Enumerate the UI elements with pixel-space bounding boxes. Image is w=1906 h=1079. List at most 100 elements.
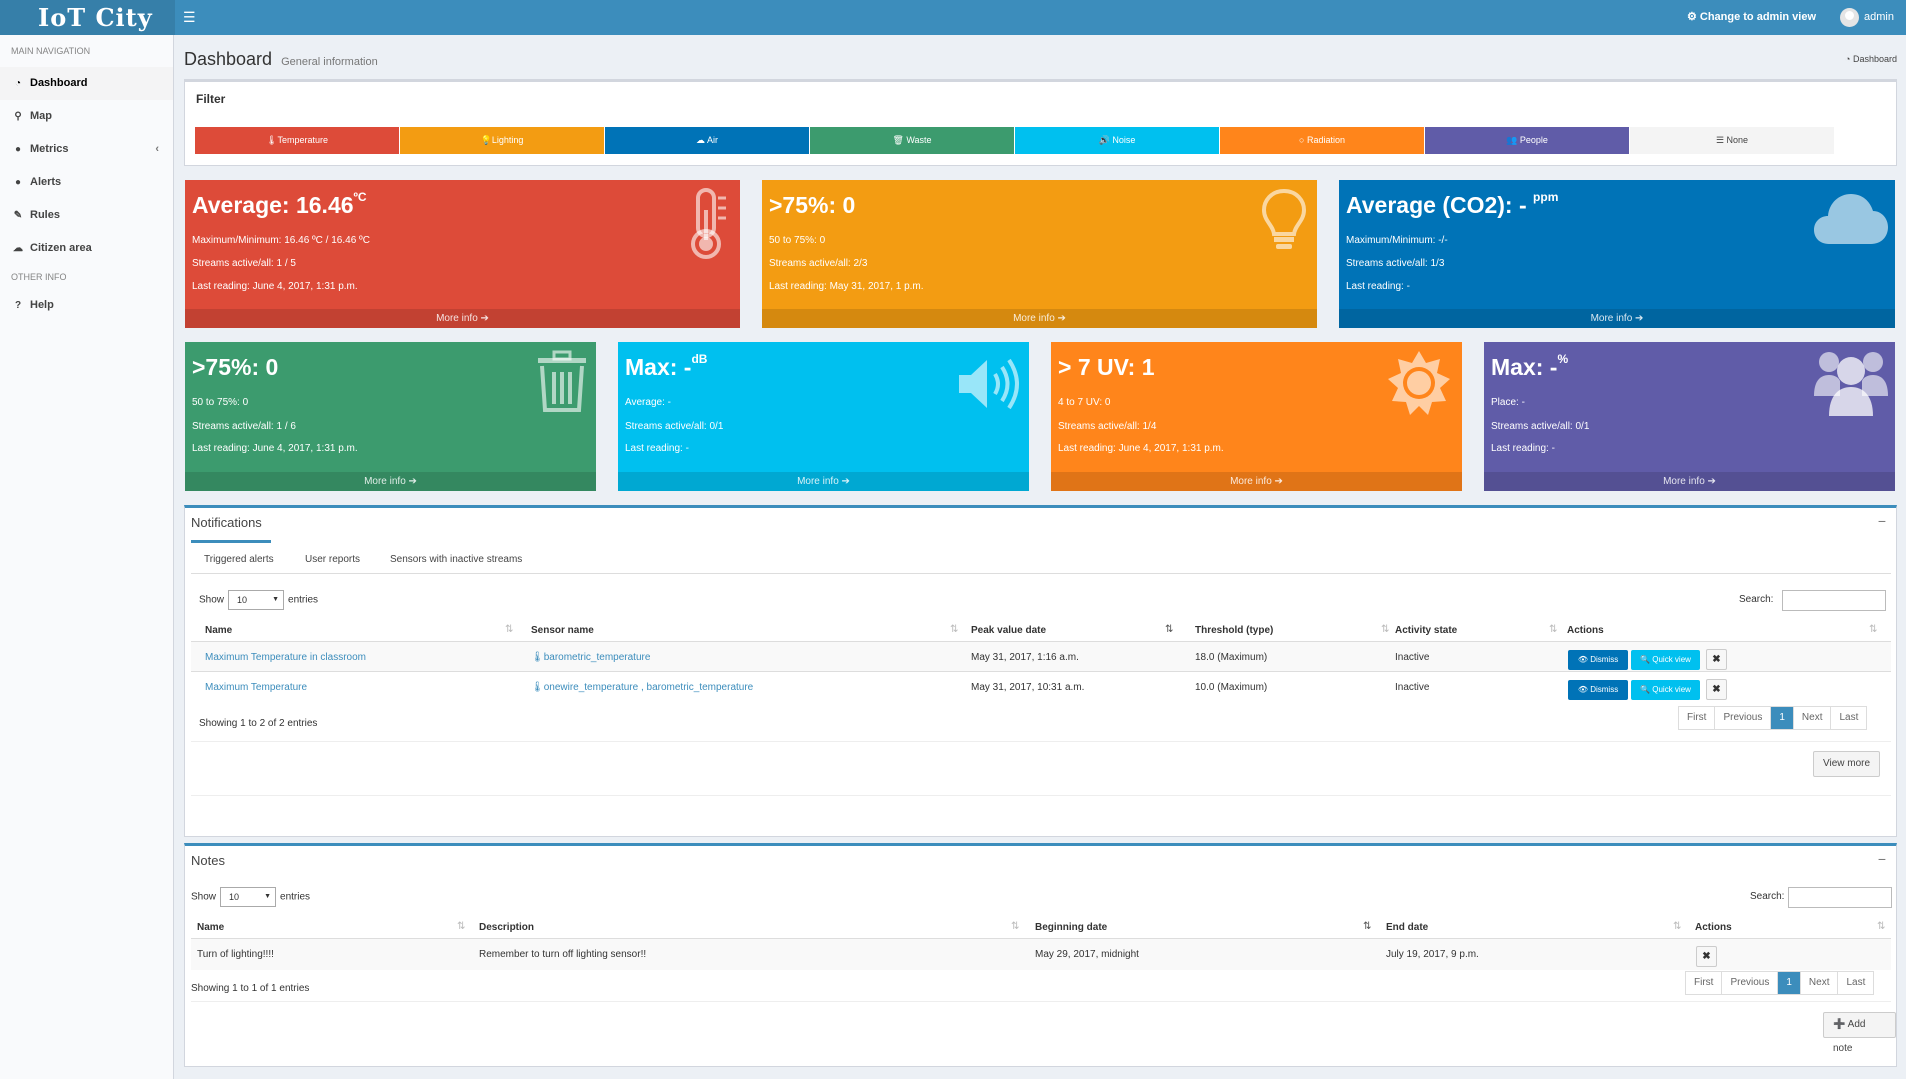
- page-last[interactable]: Last: [1838, 972, 1873, 994]
- tabs-underline: [191, 573, 1891, 574]
- col-peak-value-date[interactable]: Peak value date: [971, 625, 1046, 636]
- note-description: Remember to turn off lighting sensor!!: [479, 949, 647, 960]
- sort-icon[interactable]: ⇅: [457, 921, 465, 932]
- change-to-admin-view-link[interactable]: ⚙ Change to admin view: [1687, 10, 1816, 23]
- col-activity-state[interactable]: Activity state: [1395, 625, 1457, 636]
- more-info-link[interactable]: More info ➔: [618, 472, 1029, 491]
- filter-people-button[interactable]: 👥 People: [1425, 127, 1629, 154]
- sensor-link[interactable]: 🌡onewire_temperature , barometric_temper…: [531, 682, 753, 693]
- sidebar-item-alerts[interactable]: ● Alerts: [0, 166, 173, 199]
- close-icon[interactable]: ✖: [1696, 946, 1717, 967]
- dismiss-button[interactable]: 👁 Dismiss: [1568, 680, 1628, 700]
- sort-icon[interactable]: ⇅: [505, 624, 513, 635]
- more-info-link[interactable]: More info ➔: [762, 309, 1317, 328]
- user-avatar[interactable]: [1840, 8, 1859, 27]
- close-icon[interactable]: ✖: [1706, 649, 1727, 670]
- col-sensor-name[interactable]: Sensor name: [531, 625, 594, 636]
- tile-range: 4 to 7 UV: 0: [1058, 397, 1111, 408]
- page-first[interactable]: First: [1679, 707, 1716, 729]
- other-info-header: OTHER INFO: [11, 272, 67, 282]
- page-1[interactable]: 1: [1778, 972, 1801, 994]
- quick-view-button[interactable]: 🔍 Quick view: [1631, 680, 1700, 700]
- col-description[interactable]: Description: [479, 922, 534, 933]
- page-previous[interactable]: Previous: [1715, 707, 1772, 729]
- col-end-date[interactable]: End date: [1386, 922, 1428, 933]
- filter-air-button[interactable]: ☁ Air: [605, 127, 809, 154]
- sidebar-item-citizen-area[interactable]: ☁ Citizen area: [0, 232, 173, 265]
- collapse-minus-icon[interactable]: −: [1878, 851, 1886, 867]
- page-last[interactable]: Last: [1831, 707, 1866, 729]
- tile-streams: Streams active/all: 2/3: [769, 258, 868, 269]
- page-first[interactable]: First: [1686, 972, 1723, 994]
- page-previous[interactable]: Previous: [1722, 972, 1779, 994]
- more-info-link[interactable]: More info ➔: [1339, 309, 1895, 328]
- tab-user-reports[interactable]: User reports: [305, 554, 360, 565]
- tile-last-reading: Last reading: June 4, 2017, 1:31 p.m.: [192, 443, 358, 454]
- pagination: First Previous 1 Next Last: [1685, 971, 1875, 995]
- view-more-button[interactable]: View more: [1813, 751, 1881, 777]
- more-info-link[interactable]: More info ➔: [1484, 472, 1895, 491]
- entries-select[interactable]: 10: [228, 590, 285, 610]
- notes-box: Notes − Show10entries Search: Name ⇅ Des…: [184, 843, 1897, 1067]
- col-name[interactable]: Name: [205, 625, 232, 636]
- breadcrumb[interactable]: ◔ Dashboard: [1845, 54, 1897, 64]
- sort-icon[interactable]: ⇅: [1011, 921, 1019, 932]
- more-info-link[interactable]: More info ➔: [1051, 472, 1462, 491]
- filter-none-button[interactable]: ☰ None: [1630, 127, 1834, 154]
- col-name[interactable]: Name: [197, 922, 224, 933]
- sidebar-item-dashboard[interactable]: ◔ Dashboard: [0, 67, 173, 100]
- more-info-link[interactable]: More info ➔: [185, 472, 596, 491]
- user-name[interactable]: admin: [1864, 11, 1894, 23]
- sort-icon[interactable]: ⇅: [1673, 921, 1681, 932]
- page-subtitle: General information: [281, 56, 378, 68]
- sort-icon[interactable]: ⇅: [1549, 624, 1557, 635]
- quick-view-button[interactable]: 🔍 Quick view: [1631, 650, 1700, 670]
- sort-desc-icon[interactable]: ⇅: [1165, 624, 1173, 635]
- col-threshold[interactable]: Threshold (type): [1195, 625, 1273, 636]
- sensor-link[interactable]: 🌡barometric_temperature: [531, 652, 650, 663]
- tab-triggered-alerts[interactable]: Triggered alerts: [204, 554, 274, 565]
- sidebar-item-metrics[interactable]: ● Metrics ‹: [0, 133, 173, 166]
- filter-noise-button[interactable]: 🔊 Noise: [1015, 127, 1219, 154]
- sidebar-item-rules[interactable]: ✎ Rules: [0, 199, 173, 232]
- app-logo[interactable]: IoT City: [0, 0, 175, 35]
- sort-icon[interactable]: ⇅: [1381, 624, 1389, 635]
- dismiss-button[interactable]: 👁 Dismiss: [1568, 650, 1628, 670]
- sort-icon[interactable]: ⇅: [1877, 921, 1885, 932]
- entries-select[interactable]: 10: [220, 887, 277, 907]
- collapse-minus-icon[interactable]: −: [1878, 513, 1886, 529]
- filter-temperature-button[interactable]: 🌡Temperature: [195, 127, 399, 154]
- sidebar-item-help[interactable]: ? Help: [0, 289, 173, 322]
- sidebar-item-map[interactable]: ⚲ Map: [0, 100, 173, 133]
- page-title-text: Dashboard: [184, 49, 273, 69]
- alert-name-link[interactable]: Maximum Temperature in classroom: [205, 652, 366, 663]
- col-beginning-date[interactable]: Beginning date: [1035, 922, 1107, 933]
- add-note-button[interactable]: ➕ Add note: [1823, 1012, 1896, 1054]
- sidebar-toggle-icon[interactable]: ☰: [183, 10, 196, 24]
- search-input[interactable]: [1788, 887, 1892, 908]
- filter-lighting-button[interactable]: 💡Lighting: [400, 127, 604, 154]
- filter-waste-button[interactable]: 🗑 Waste: [810, 127, 1014, 154]
- entries-label: entries: [288, 594, 319, 606]
- sidebar-item-label: Map: [30, 110, 52, 122]
- close-icon[interactable]: ✖: [1706, 679, 1727, 700]
- peak-date: May 31, 2017, 1:16 a.m.: [971, 652, 1079, 663]
- page-next[interactable]: Next: [1794, 707, 1832, 729]
- show-entries: Show10entries: [199, 590, 318, 610]
- filter-title: Filter: [196, 92, 226, 106]
- alert-name-link[interactable]: Maximum Temperature: [205, 682, 307, 693]
- tile-max-min: Maximum/Minimum: -/-: [1346, 235, 1448, 246]
- cloud-icon: [1813, 190, 1889, 249]
- tab-sensors-inactive-streams[interactable]: Sensors with inactive streams: [390, 554, 522, 565]
- radiation-tile: > 7 UV: 1 4 to 7 UV: 0 Streams active/al…: [1051, 342, 1462, 491]
- more-info-link[interactable]: More info ➔: [185, 309, 740, 328]
- filter-radiation-button[interactable]: ○ Radiation: [1220, 127, 1424, 154]
- page-next[interactable]: Next: [1801, 972, 1839, 994]
- people-tile: Max: -% Place: - Streams active/all: 0/1…: [1484, 342, 1895, 491]
- sort-desc-icon[interactable]: ⇅: [1363, 921, 1371, 932]
- page-1[interactable]: 1: [1771, 707, 1794, 729]
- search-input[interactable]: [1782, 590, 1886, 611]
- activity-state: Inactive: [1395, 682, 1430, 693]
- sort-icon[interactable]: ⇅: [1869, 624, 1877, 635]
- sort-icon[interactable]: ⇅: [950, 624, 958, 635]
